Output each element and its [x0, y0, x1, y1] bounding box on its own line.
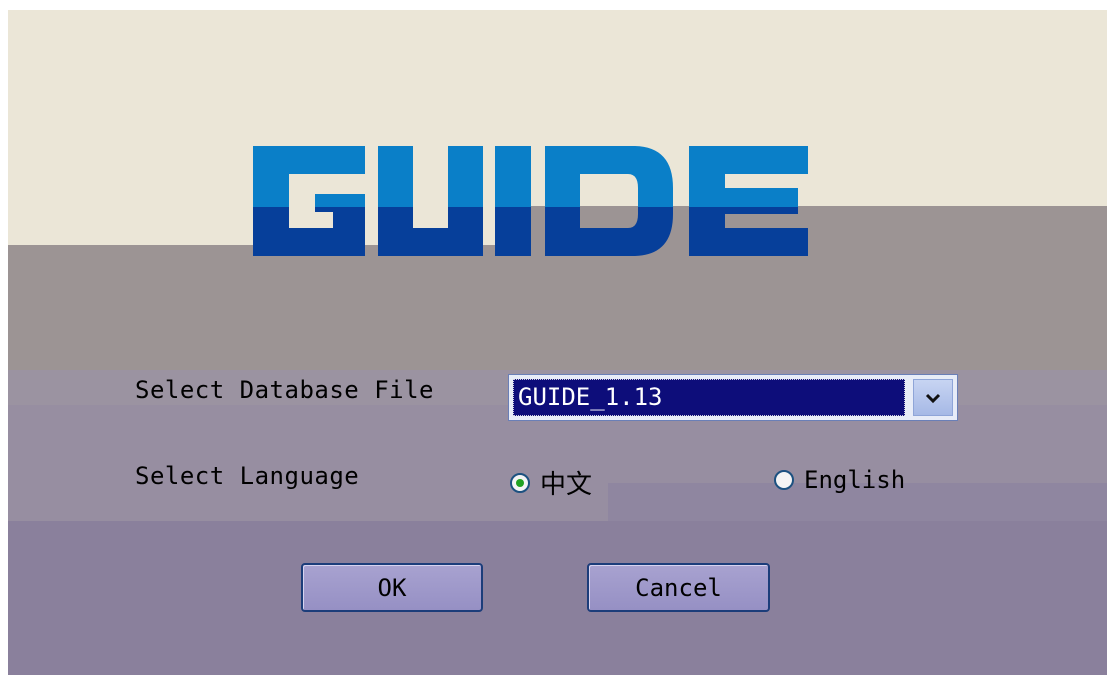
- radio-unselected-icon[interactable]: [774, 470, 794, 490]
- language-option-chinese[interactable]: 中文: [510, 464, 592, 501]
- guide-logo: [253, 146, 808, 256]
- database-file-selected-value: GUIDE_1.13: [513, 379, 905, 416]
- language-option-chinese-label: 中文: [540, 470, 593, 500]
- background-band-bottom: [8, 521, 1107, 675]
- cancel-button[interactable]: Cancel: [587, 563, 770, 612]
- radio-selected-icon[interactable]: [510, 472, 530, 493]
- database-file-select[interactable]: GUIDE_1.13: [508, 374, 958, 421]
- language-option-english-label: English: [804, 466, 906, 494]
- language-option-english[interactable]: English: [774, 466, 905, 494]
- database-file-label: Select Database File: [135, 376, 434, 404]
- login-dialog: Select Database File Select Language GUI…: [8, 10, 1107, 675]
- ok-button[interactable]: OK: [301, 563, 483, 612]
- chevron-down-icon[interactable]: [913, 379, 953, 416]
- language-label: Select Language: [135, 462, 360, 490]
